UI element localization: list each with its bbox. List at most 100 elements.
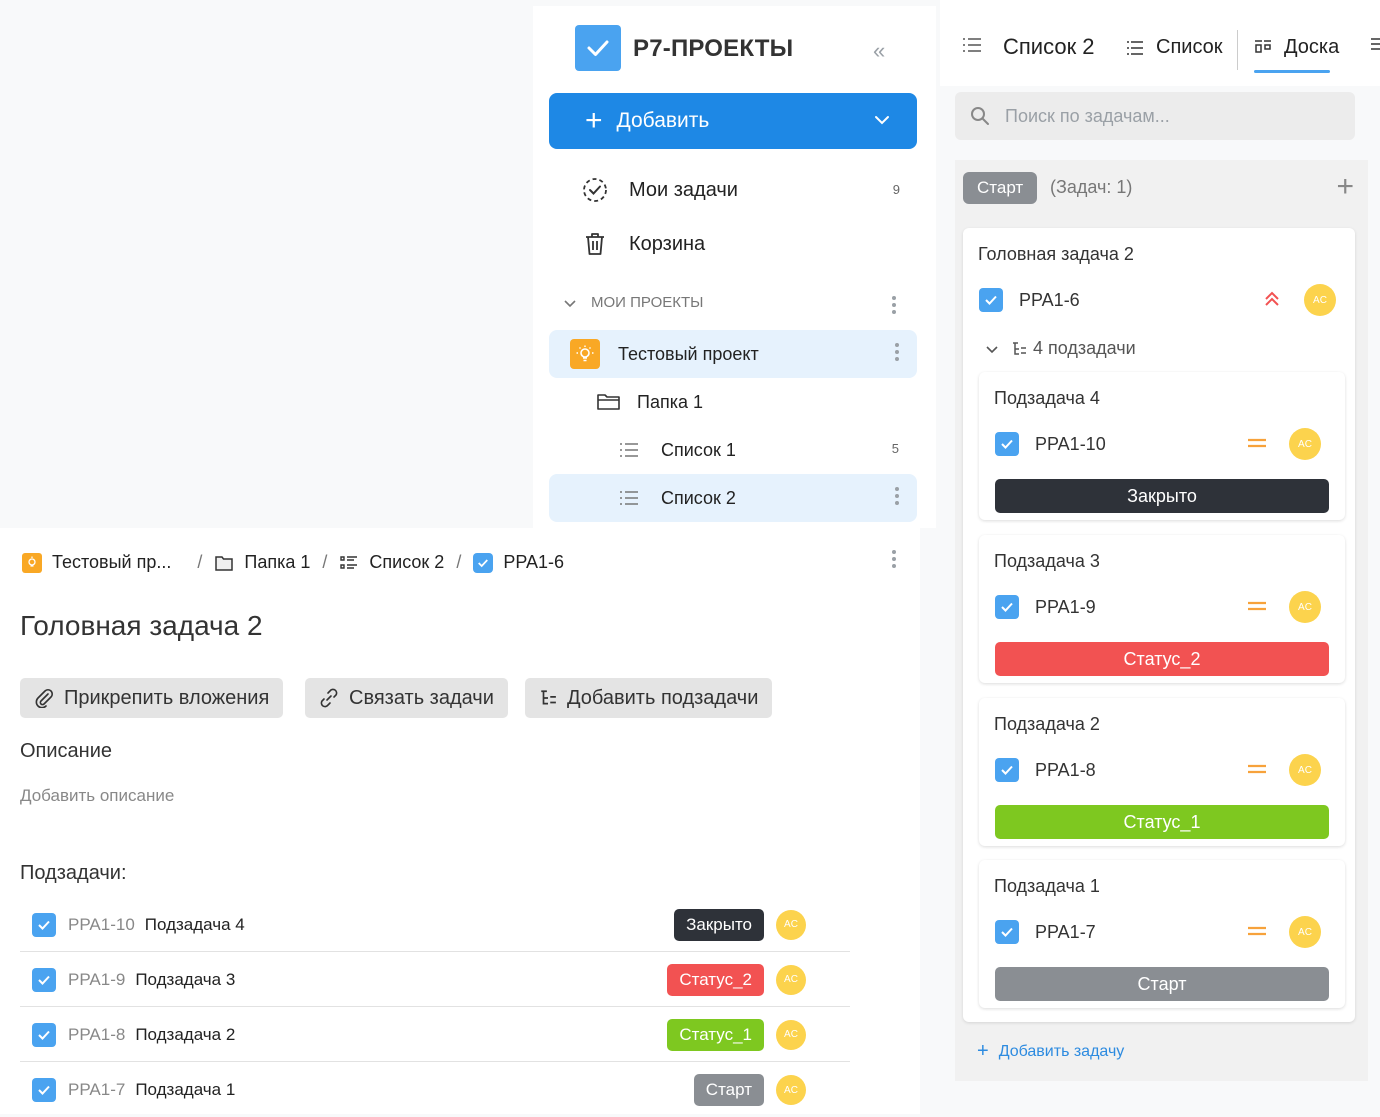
checkbox-icon[interactable] (995, 432, 1019, 456)
link-icon (320, 688, 338, 708)
sidebar: Р7-ПРОЕКТЫ « + Добавить Мои задачи 9 Кор… (533, 6, 936, 528)
project-bulb-icon (22, 552, 42, 573)
breadcrumb: Тестовый пр... / Папка 1 / Список 2 / PP… (22, 552, 564, 573)
my-tasks-count: 9 (892, 182, 900, 197)
breadcrumb-folder[interactable]: Папка 1 (244, 552, 310, 573)
board-view-icon (1255, 39, 1271, 53)
subtasks-icon (1013, 341, 1026, 355)
subtask-card[interactable]: Подзадача 3 PPA1-9 AC Статус_2 (979, 535, 1345, 683)
nav-trash[interactable]: Корзина (581, 230, 705, 258)
status-badge[interactable]: Статус_2 (667, 963, 764, 996)
subtask-name: Подзадача 2 (135, 1024, 236, 1044)
subtask-card-title: Подзадача 4 (994, 388, 1100, 408)
checkbox-icon[interactable] (995, 595, 1019, 619)
chevron-down-icon[interactable] (873, 111, 891, 129)
status-badge[interactable]: Статус_1 (667, 1018, 764, 1051)
priority-medium-icon (1247, 925, 1267, 937)
view-board-tab[interactable]: Доска (1254, 36, 1339, 59)
subtask-row[interactable]: PPA1-7 Подзадача 1 Старт AC (20, 1063, 850, 1117)
checkbox-icon[interactable] (32, 1078, 56, 1102)
list-icon (617, 487, 641, 509)
checkbox-icon[interactable] (32, 967, 56, 992)
subtask-card-code: PPA1-9 (1035, 596, 1096, 617)
priority-medium-icon (1247, 763, 1267, 775)
priority-high-icon (1263, 290, 1281, 308)
status-badge[interactable]: Закрыто (995, 479, 1329, 513)
avatar[interactable]: AC (776, 909, 806, 940)
project-more-icon[interactable] (895, 343, 899, 364)
subtask-row[interactable]: PPA1-9 Подзадача 3 Статус_2 AC (20, 953, 850, 1007)
priority-medium-icon (1247, 437, 1267, 449)
status-badge[interactable]: Старт (995, 967, 1329, 1001)
more-views-icon[interactable] (1370, 36, 1380, 52)
list1-name: Список 1 (661, 439, 736, 460)
task-card-code: PPA1-6 (1019, 289, 1080, 310)
nav-my-tasks[interactable]: Мои задачи (581, 176, 738, 204)
task-card[interactable]: Головная задача 2 PPA1-6 AC 4 подзадачи … (963, 228, 1355, 1022)
my-projects-section[interactable]: МОИ ПРОЕКТЫ (563, 294, 703, 311)
list-menu-icon[interactable] (962, 36, 982, 54)
avatar[interactable]: AC (776, 964, 806, 995)
checkbox-icon[interactable] (995, 920, 1019, 944)
avatar[interactable]: AC (1304, 284, 1336, 316)
avatar[interactable]: AC (1289, 916, 1321, 948)
list-item-1[interactable]: Список 1 5 (549, 426, 917, 474)
link-tasks-label: Связать задачи (349, 686, 494, 709)
subtask-card-code: PPA1-8 (1035, 759, 1096, 780)
checkbox-icon[interactable] (32, 1022, 56, 1047)
view-list-tab[interactable]: Список (1126, 36, 1223, 59)
app-logo-icon (575, 25, 621, 71)
subtask-name: Подзадача 3 (135, 969, 236, 989)
subtask-row[interactable]: PPA1-10 Подзадача 4 Закрыто AC (20, 898, 850, 952)
add-button[interactable]: + Добавить (549, 93, 917, 149)
subtask-card-title: Подзадача 3 (994, 551, 1100, 571)
task-card-title: Головная задача 2 (978, 244, 1134, 264)
column-status-pill: Старт (963, 172, 1038, 204)
breadcrumb-task[interactable]: PPA1-6 (503, 552, 564, 573)
subtask-card[interactable]: Подзадача 4 PPA1-10 AC Закрыто (979, 372, 1345, 520)
add-task-label: Добавить задачу (998, 1042, 1125, 1060)
subtasks-toggle[interactable]: 4 подзадачи (985, 338, 1136, 359)
search-bar[interactable] (955, 92, 1355, 140)
attach-button[interactable]: Прикрепить вложения (20, 678, 284, 718)
project-item[interactable]: Тестовый проект (549, 330, 917, 378)
checkbox-icon[interactable] (979, 288, 1003, 312)
subtasks-icon (541, 690, 556, 705)
avatar[interactable]: AC (1289, 591, 1321, 623)
list2-name: Список 2 (661, 487, 736, 508)
link-tasks-button[interactable]: Связать задачи (305, 678, 508, 718)
subtask-card[interactable]: Подзадача 1 PPA1-7 AC Старт (979, 860, 1345, 1008)
subtask-row[interactable]: PPA1-8 Подзадача 2 Статус_1 AC (20, 1008, 850, 1062)
avatar[interactable]: AC (776, 1075, 806, 1105)
status-badge[interactable]: Статус_2 (995, 642, 1329, 676)
checkbox-icon[interactable] (995, 758, 1019, 782)
add-to-column-icon[interactable]: + (1336, 170, 1354, 204)
status-badge[interactable]: Закрыто (674, 908, 764, 941)
subtask-card[interactable]: Подзадача 2 PPA1-8 AC Статус_1 (979, 698, 1345, 846)
avatar[interactable]: AC (1289, 754, 1321, 786)
breadcrumb-project[interactable]: Тестовый пр... (52, 552, 171, 573)
view-divider (1237, 30, 1238, 70)
add-task-button[interactable]: + Добавить задачу (977, 1040, 1124, 1063)
search-input[interactable] (1003, 104, 1343, 128)
folder-item[interactable]: Папка 1 (549, 378, 917, 426)
breadcrumb-list[interactable]: Список 2 (369, 552, 444, 573)
add-description-field[interactable]: Добавить описание (20, 786, 174, 806)
add-subtasks-button[interactable]: Добавить подзадачи (525, 678, 773, 718)
status-badge[interactable]: Старт (693, 1074, 764, 1106)
subtasks-count: 4 подзадачи (1033, 338, 1136, 358)
checkbox-icon[interactable] (32, 912, 56, 937)
avatar[interactable]: AC (1289, 428, 1321, 460)
avatar[interactable]: AC (776, 1019, 806, 1050)
search-icon (971, 107, 989, 125)
subtask-card-code: PPA1-10 (1035, 433, 1106, 454)
task-more-icon[interactable] (892, 550, 896, 571)
list2-more-icon[interactable] (895, 487, 899, 508)
status-badge[interactable]: Статус_1 (995, 805, 1329, 839)
task-title[interactable]: Головная задача 2 (20, 610, 263, 642)
list-item-2[interactable]: Список 2 (549, 474, 917, 522)
section-more-icon[interactable] (892, 296, 896, 317)
folder-icon (595, 390, 623, 414)
collapse-sidebar-icon[interactable]: « (873, 38, 885, 64)
list-icon (617, 439, 641, 461)
